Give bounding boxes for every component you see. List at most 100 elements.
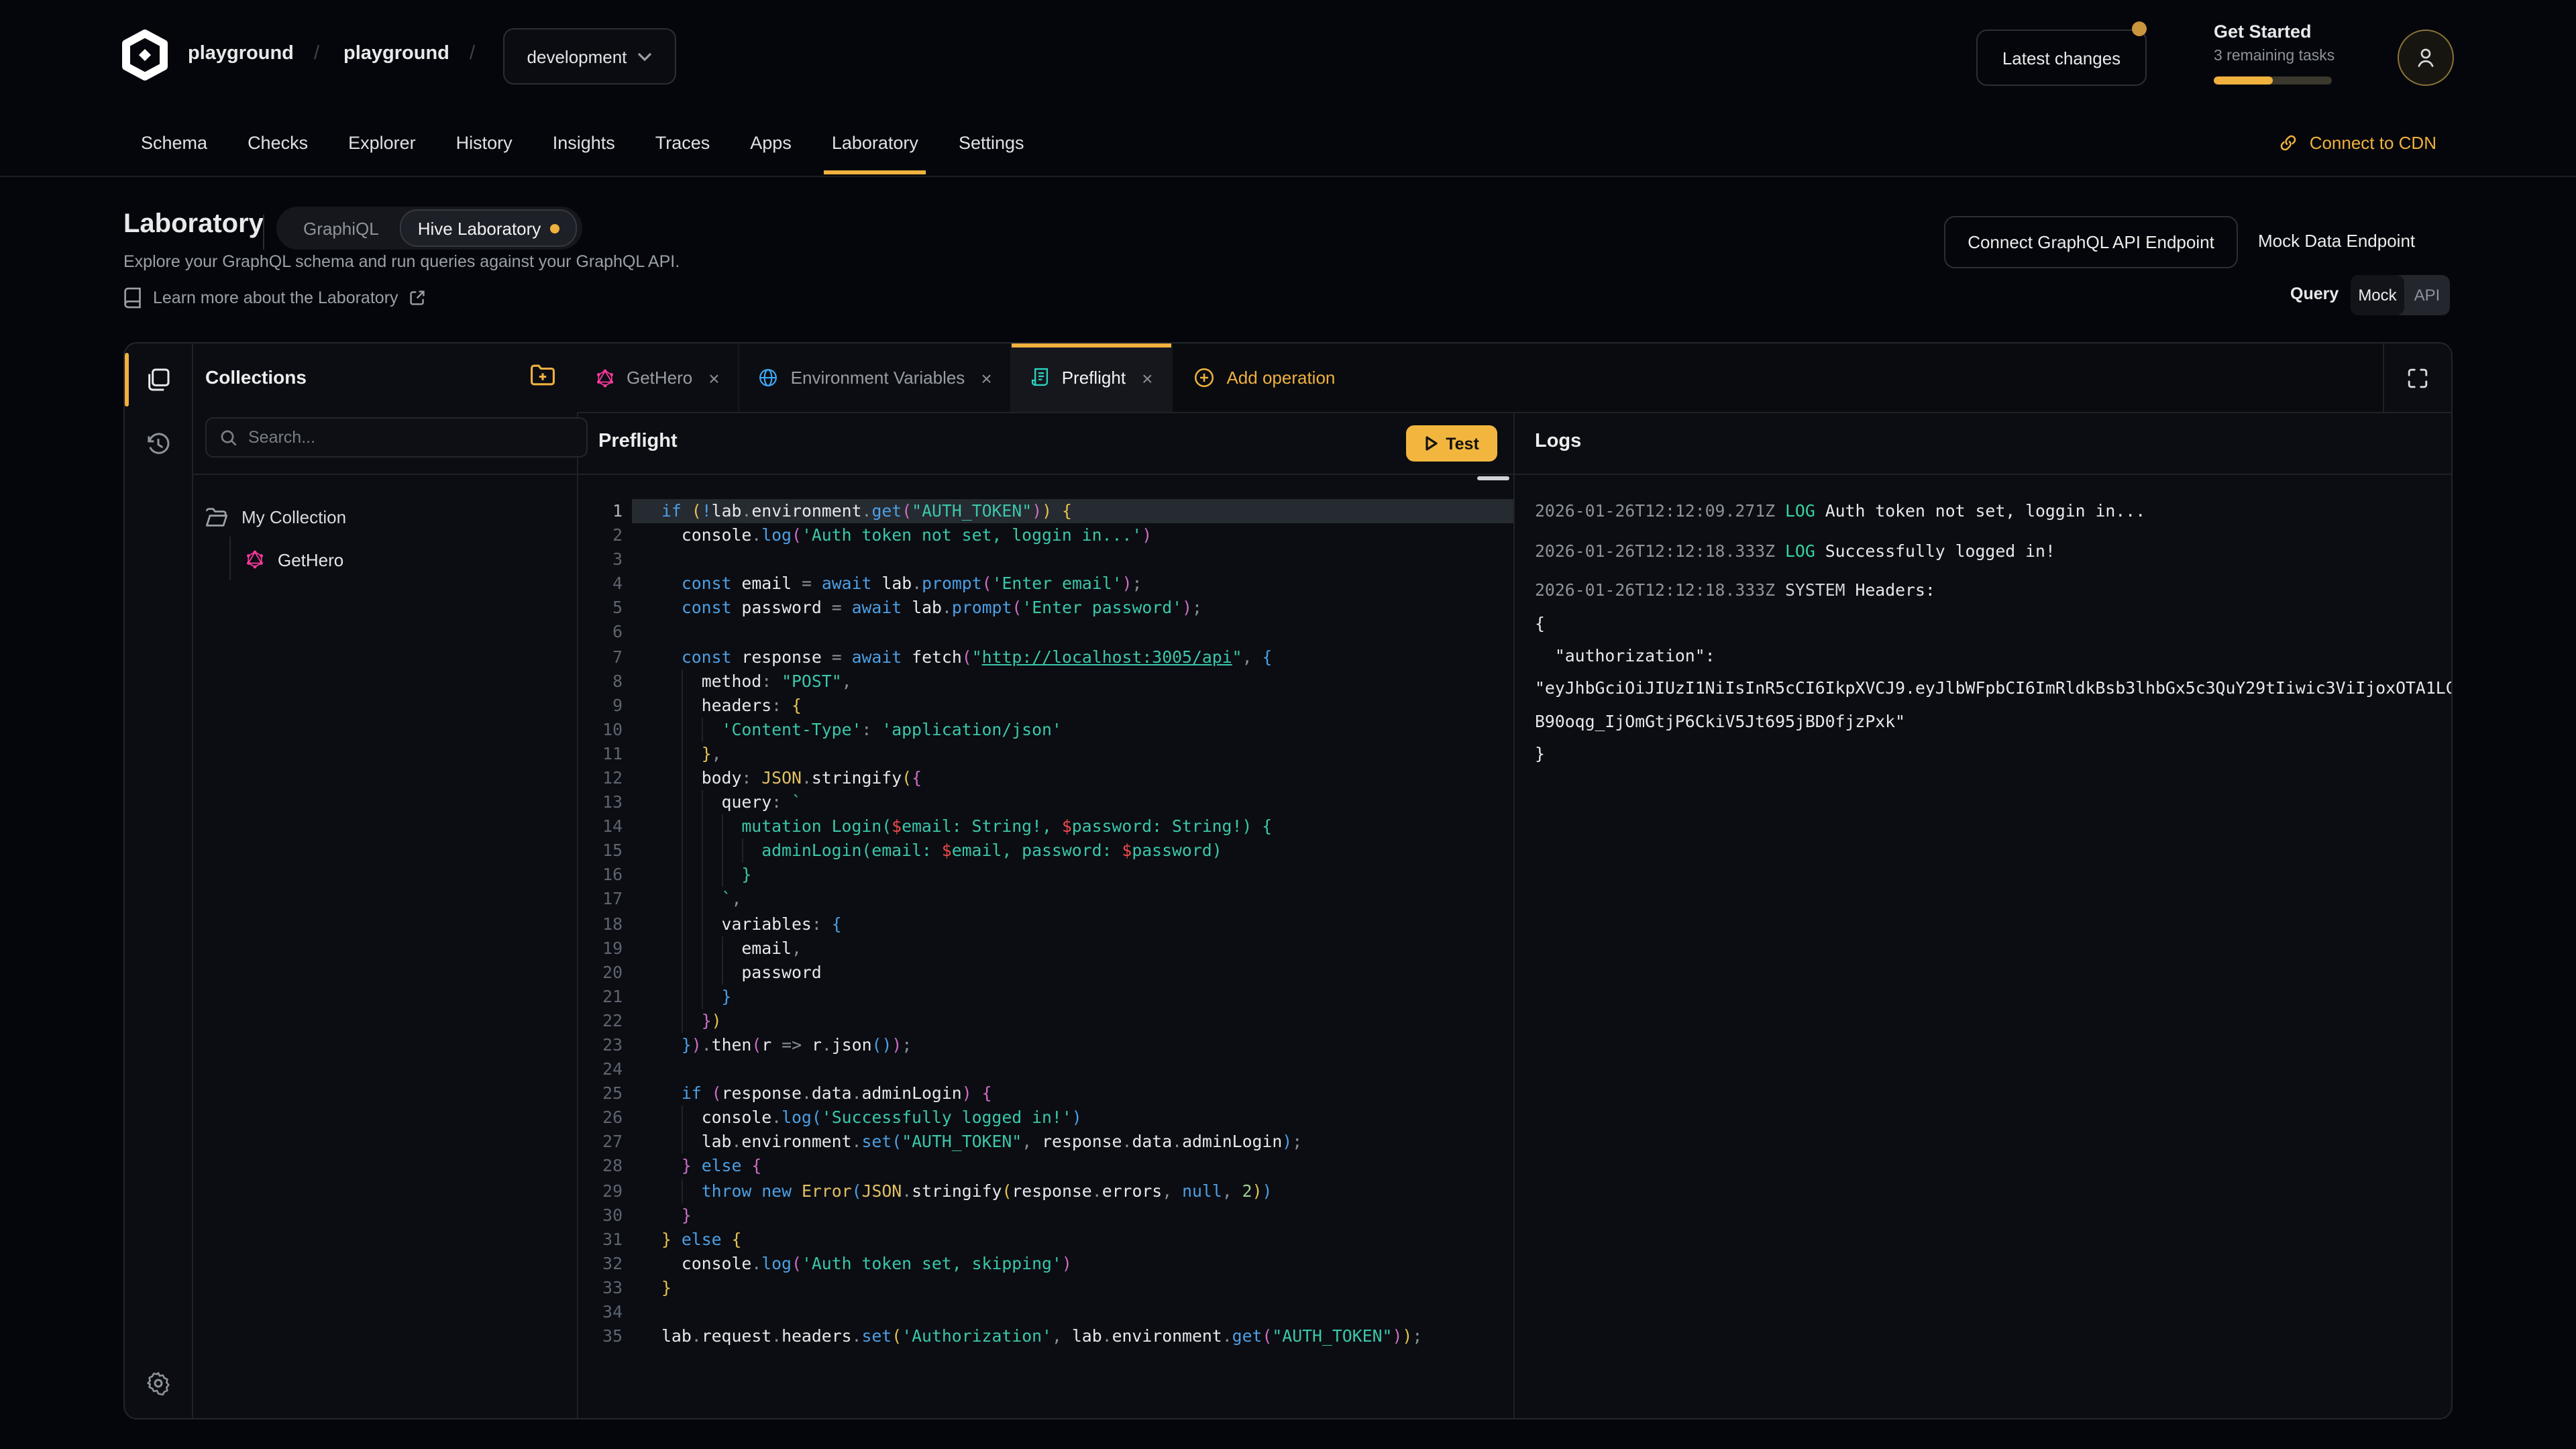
code-line[interactable]: 15 adminLogin(email: $email, password: $… [577, 839, 1513, 863]
code-text: mutation Login($email: String!, $passwor… [661, 814, 1272, 839]
collection-item[interactable]: My Collection [205, 500, 346, 533]
code-line[interactable]: 12 body: JSON.stringify({ [577, 766, 1513, 790]
avatar[interactable] [2398, 30, 2454, 86]
nav-item-checks[interactable]: Checks [248, 111, 308, 174]
code-line[interactable]: 7 const response = await fetch("http://l… [577, 645, 1513, 669]
nav-item-insights[interactable]: Insights [553, 111, 615, 174]
code-line[interactable]: 27 lab.environment.set("AUTH_TOKEN", res… [577, 1130, 1513, 1155]
nav-item-explorer[interactable]: Explorer [348, 111, 416, 174]
hive-logo-icon[interactable] [118, 30, 172, 80]
settings-rail-button[interactable] [125, 1356, 192, 1410]
code-editor[interactable]: 1if (!lab.environment.get("AUTH_TOKEN"))… [577, 474, 1513, 1418]
code-line[interactable]: 31} else { [577, 1227, 1513, 1251]
close-icon[interactable]: × [1142, 367, 1152, 388]
line-number: 18 [577, 912, 623, 936]
code-text: } else { [661, 1227, 741, 1251]
mode-graphiql[interactable]: GraphiQL [282, 218, 400, 238]
code-line[interactable]: 9 headers: { [577, 693, 1513, 717]
query-mode-mock[interactable]: Mock [2351, 275, 2404, 315]
log-entry: 2026-01-26T12:12:09.271Z LOG Auth token … [1535, 495, 2453, 528]
query-mode-api[interactable]: API [2404, 275, 2450, 315]
add-collection-button[interactable] [530, 364, 555, 386]
code-text: `, [661, 888, 741, 912]
code-line[interactable]: 1if (!lab.environment.get("AUTH_TOKEN"))… [577, 499, 1513, 523]
code-text: query: ` [661, 790, 802, 814]
code-line[interactable]: 23 }).then(r => r.json()); [577, 1033, 1513, 1057]
code-line[interactable]: 25 if (response.data.adminLogin) { [577, 1081, 1513, 1106]
mode-hive-laboratory[interactable]: Hive Laboratory [400, 209, 578, 247]
close-icon[interactable]: × [981, 367, 991, 388]
line-number: 13 [577, 790, 623, 814]
code-text: } else { [661, 1155, 761, 1179]
code-line[interactable]: 14 mutation Login($email: String!, $pass… [577, 814, 1513, 839]
code-text: } [661, 863, 751, 888]
close-icon[interactable]: × [708, 367, 719, 388]
code-line[interactable]: 18 variables: { [577, 912, 1513, 936]
line-number: 21 [577, 985, 623, 1009]
nav-item-traces[interactable]: Traces [655, 111, 710, 174]
line-number: 23 [577, 1033, 623, 1057]
code-line[interactable]: 20 password [577, 960, 1513, 984]
get-started-progress [2214, 76, 2332, 85]
mock-endpoint-label: Mock Data Endpoint [2258, 231, 2415, 251]
code-line[interactable]: 28 } else { [577, 1155, 1513, 1179]
code-line[interactable]: 34 [577, 1300, 1513, 1324]
code-line[interactable]: 11 }, [577, 742, 1513, 766]
line-number: 19 [577, 936, 623, 960]
nav-item-settings[interactable]: Settings [959, 111, 1024, 174]
breadcrumb-project[interactable]: playground [343, 43, 449, 64]
code-line[interactable]: 13 query: ` [577, 790, 1513, 814]
code-line[interactable]: 26 console.log('Successfully logged in!'… [577, 1106, 1513, 1130]
code-text: } [661, 1203, 692, 1227]
latest-changes-button[interactable]: Latest changes [1976, 30, 2147, 86]
nav-item-history[interactable]: History [456, 111, 513, 174]
code-line[interactable]: 2 console.log('Auth token not set, loggi… [577, 523, 1513, 547]
collections-rail-button[interactable] [125, 353, 192, 407]
nav-item-schema[interactable]: Schema [141, 111, 207, 174]
line-number: 33 [577, 1276, 623, 1300]
code-line[interactable]: 29 throw new Error(JSON.stringify(respon… [577, 1179, 1513, 1203]
breadcrumb-org[interactable]: playground [188, 43, 294, 64]
code-line[interactable]: 24 [577, 1057, 1513, 1081]
mock-data-endpoint-button[interactable]: Mock Data Endpoint [2258, 216, 2415, 266]
tab-preflight[interactable]: Preflight× [1012, 343, 1173, 412]
nav-item-apps[interactable]: Apps [750, 111, 792, 174]
learn-more-link[interactable]: Learn more about the Laboratory [123, 287, 425, 309]
code-line[interactable]: 4 const email = await lab.prompt('Enter … [577, 572, 1513, 596]
connect-graphql-endpoint-button[interactable]: Connect GraphQL API Endpoint [1944, 216, 2238, 268]
code-line[interactable]: 19 email, [577, 936, 1513, 960]
mode-hive-label: Hive Laboratory [418, 218, 541, 238]
test-button[interactable]: Test [1406, 425, 1497, 462]
operation-item[interactable]: GetHero [246, 543, 343, 576]
panel-resize-handle[interactable] [1477, 476, 1509, 480]
code-line[interactable]: 17 `, [577, 888, 1513, 912]
code-line[interactable]: 5 const password = await lab.prompt('Ent… [577, 596, 1513, 621]
get-started-title[interactable]: Get Started [2214, 21, 2312, 42]
code-line[interactable]: 35lab.request.headers.set('Authorization… [577, 1324, 1513, 1348]
link-icon [2279, 133, 2299, 153]
sidebar-rail [125, 343, 193, 1418]
code-line[interactable]: 33} [577, 1276, 1513, 1300]
line-number: 16 [577, 863, 623, 888]
code-line[interactable]: 3 [577, 547, 1513, 572]
connect-to-cdn-link[interactable]: Connect to CDN [2279, 111, 2436, 174]
search-input[interactable]: Search... [205, 417, 588, 458]
line-number: 4 [577, 572, 623, 596]
tab-gethero[interactable]: GetHero× [577, 343, 740, 412]
add-operation-button[interactable]: Add operation [1173, 343, 1356, 412]
code-line[interactable]: 22 }) [577, 1009, 1513, 1033]
code-line[interactable]: 32 console.log('Auth token set, skipping… [577, 1252, 1513, 1276]
history-rail-button[interactable] [125, 417, 192, 471]
test-label: Test [1446, 434, 1479, 453]
code-line[interactable]: 10 'Content-Type': 'application/json' [577, 718, 1513, 742]
code-line[interactable]: 16 } [577, 863, 1513, 888]
tab-environment-variables[interactable]: Environment Variables× [740, 343, 1012, 412]
code-line[interactable]: 6 [577, 621, 1513, 645]
nav-item-laboratory[interactable]: Laboratory [832, 111, 918, 174]
code-line[interactable]: 21 } [577, 985, 1513, 1009]
main-nav: Schema Checks Explorer History Insights Trace… [0, 111, 2576, 177]
target-select[interactable]: development [503, 28, 676, 85]
code-line[interactable]: 8 method: "POST", [577, 669, 1513, 693]
fullscreen-button[interactable] [2383, 343, 2451, 412]
code-line[interactable]: 30 } [577, 1203, 1513, 1227]
